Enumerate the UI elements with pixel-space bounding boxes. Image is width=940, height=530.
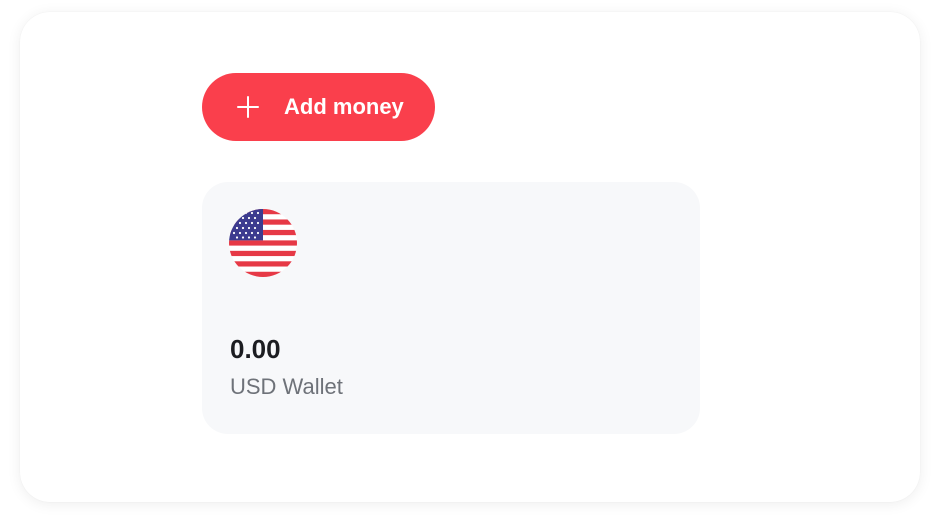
add-money-button[interactable]: Add money <box>202 73 435 141</box>
add-money-label: Add money <box>284 94 404 119</box>
usd-wallet-card[interactable]: 0.00 USD Wallet <box>202 182 700 434</box>
wallet-balance: 0.00 <box>230 334 281 364</box>
wallet-panel: Add money 0.00 USD Wallet <box>20 12 920 502</box>
plus-icon <box>237 96 259 118</box>
wallet-name: USD Wallet <box>230 374 343 399</box>
us-flag-icon <box>229 209 297 277</box>
